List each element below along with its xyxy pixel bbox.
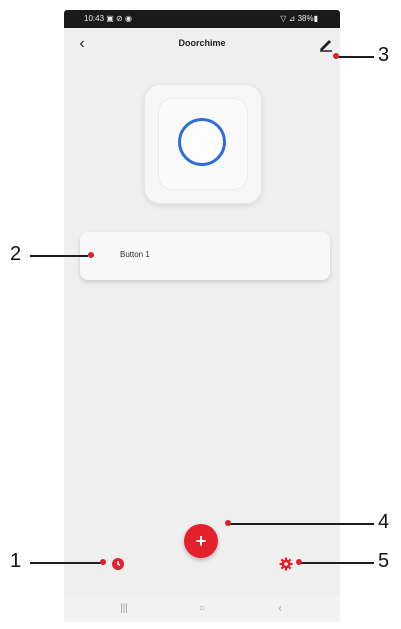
callout-dot-1 bbox=[100, 559, 106, 565]
callout-dot-2 bbox=[88, 252, 94, 258]
callout-dot-3 bbox=[333, 53, 339, 59]
callout-number-4: 4 bbox=[378, 511, 390, 533]
recent-apps-button[interactable]: ||| bbox=[114, 603, 134, 614]
app-bar: ‹ Doorchime bbox=[64, 28, 340, 66]
gear-icon bbox=[279, 557, 293, 571]
callout-dot-5 bbox=[296, 559, 302, 565]
callout-number-1: 1 bbox=[10, 550, 22, 572]
system-nav-bar: ||| ○ ‹ bbox=[64, 596, 340, 622]
device-button-face bbox=[158, 98, 248, 190]
doorchime-device-image bbox=[144, 84, 262, 204]
edit-button[interactable] bbox=[318, 36, 334, 52]
page-title: Doorchime bbox=[178, 38, 226, 48]
nav-back-button[interactable]: ‹ bbox=[270, 603, 290, 614]
callout-number-3: 3 bbox=[378, 44, 390, 66]
callout-line-2 bbox=[30, 255, 88, 257]
history-button[interactable] bbox=[110, 556, 126, 572]
callout-dot-4 bbox=[225, 520, 231, 526]
nav-back-icon: ‹ bbox=[278, 603, 282, 614]
home-button[interactable]: ○ bbox=[192, 603, 212, 614]
callout-number-2: 2 bbox=[10, 243, 22, 265]
button-list-item[interactable]: Button 1 bbox=[80, 232, 330, 280]
phone-screen: 10:43 ▣ ⊘ ◉ ▽ ⊿ 38%▮ ‹ Doorchime Button … bbox=[64, 10, 340, 622]
callout-line-3 bbox=[338, 56, 374, 58]
callout-line-4 bbox=[230, 523, 374, 525]
add-button[interactable]: + bbox=[184, 524, 218, 558]
settings-button[interactable] bbox=[278, 556, 294, 572]
callout-number-5: 5 bbox=[378, 550, 390, 572]
clock-icon bbox=[112, 558, 124, 570]
button-item-label: Button 1 bbox=[120, 250, 150, 259]
device-ring bbox=[178, 118, 226, 166]
recent-apps-icon: ||| bbox=[120, 603, 128, 614]
callout-line-5 bbox=[300, 562, 374, 564]
callout-line-1 bbox=[30, 562, 104, 564]
status-time: 10:43 ▣ ⊘ ◉ bbox=[84, 14, 132, 23]
home-circle-icon: ○ bbox=[198, 603, 206, 614]
status-indicators: ▽ ⊿ 38%▮ bbox=[280, 14, 318, 23]
pencil-icon bbox=[320, 40, 332, 52]
status-bar: 10:43 ▣ ⊘ ◉ ▽ ⊿ 38%▮ bbox=[64, 10, 340, 28]
